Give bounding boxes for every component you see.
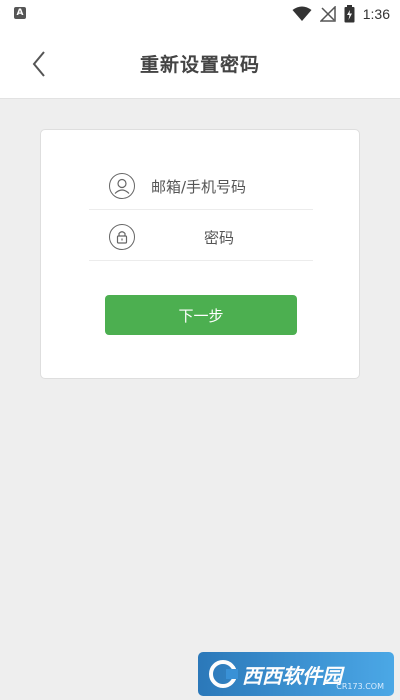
password-input[interactable] (137, 223, 301, 253)
next-step-button[interactable]: 下一步 (105, 295, 297, 335)
status-icons: 1:36 (292, 4, 390, 24)
watermark-logo: 西西软件园 CR173.COM (198, 652, 394, 696)
battery-charging-icon (344, 5, 355, 23)
logo-icon (209, 660, 238, 688)
user-icon (109, 173, 135, 199)
wifi-icon (292, 6, 312, 21)
watermark-url: CR173.COM (336, 682, 384, 691)
clock: 1:36 (362, 6, 390, 22)
password-row (89, 214, 313, 261)
watermark-brand: 西西软件园 (242, 663, 342, 688)
status-bar: A 1:36 (0, 0, 400, 28)
lock-icon (109, 224, 135, 250)
account-input[interactable] (149, 172, 313, 202)
app-notification-icon: A (14, 7, 26, 19)
reset-password-card: 下一步 (40, 129, 360, 379)
app-header: 重新设置密码 (0, 28, 400, 99)
account-row (89, 163, 313, 210)
page-title: 重新设置密码 (139, 54, 260, 76)
no-signal-icon (319, 6, 336, 22)
